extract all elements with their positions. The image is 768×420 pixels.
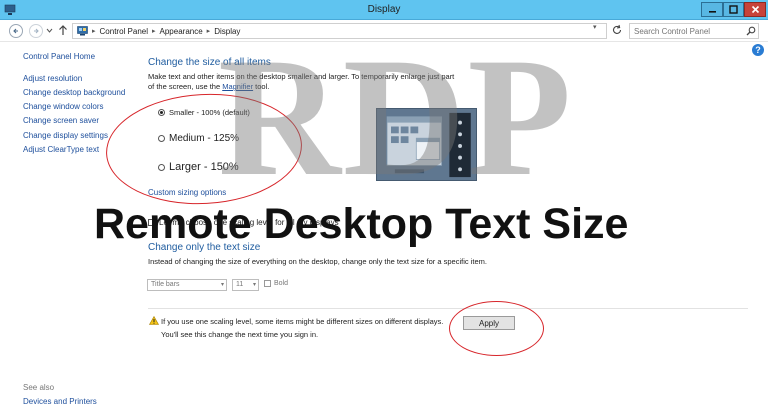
window-title: Display (367, 4, 401, 15)
sidebar-item-display-settings[interactable]: Change display settings (23, 131, 108, 140)
radio-label: Medium - 125% (169, 133, 240, 144)
forward-button[interactable] (29, 24, 43, 38)
sidebar-item-control-panel-home[interactable]: Control Panel Home (23, 52, 95, 61)
help-icon[interactable]: ? (752, 44, 764, 56)
apply-button[interactable]: Apply (463, 316, 515, 330)
sidebar-item-window-colors[interactable]: Change window colors (23, 102, 104, 111)
checkbox-icon (264, 280, 271, 287)
maximize-button[interactable] (723, 2, 744, 17)
checkbox-icon (148, 219, 155, 226)
maximize-icon (729, 5, 738, 14)
text-size-description: Instead of changing the size of everythi… (148, 257, 487, 266)
section-divider (148, 308, 748, 309)
refresh-icon[interactable] (611, 24, 623, 36)
breadcrumb-control-panel[interactable]: Control Panel (100, 27, 148, 36)
breadcrumb-display[interactable]: Display (214, 27, 240, 36)
breadcrumb-separator: ▸ (152, 28, 156, 35)
close-icon (751, 5, 759, 14)
navigation-bar: ▸ Control Panel ▸ Appearance ▸ Display ▾ (0, 20, 768, 42)
minimize-icon (708, 11, 716, 13)
sign-in-note: You'll see this change the next time you… (161, 330, 319, 339)
warning-text: If you use one scaling level, some items… (161, 317, 444, 326)
size-all-items-heading: Change the size of all items (148, 57, 271, 68)
size-all-items-description: Make text and other items on the desktop… (148, 72, 458, 92)
item-select-value: Title bars (151, 281, 180, 288)
minimize-button[interactable] (701, 2, 723, 17)
arrow-left-icon (13, 28, 18, 34)
radio-smaller[interactable]: Smaller - 100% (default) (158, 108, 250, 117)
bold-checkbox[interactable]: Bold (264, 280, 288, 287)
radio-larger[interactable]: Larger - 150% (158, 161, 239, 173)
custom-sizing-link[interactable]: Custom sizing options (148, 188, 226, 197)
text-size-heading: Change only the text size (148, 242, 261, 253)
display-preview-image (376, 108, 477, 181)
magnifier-link[interactable]: Magnifier (222, 82, 253, 91)
one-scaling-level-checkbox[interactable]: Let me choose one scaling level for all … (148, 218, 339, 227)
radio-label: Smaller - 100% (default) (169, 108, 250, 117)
title-bar: Display (0, 0, 768, 20)
devices-and-printers-link[interactable]: Devices and Printers (23, 397, 97, 406)
breadcrumb-separator: ▸ (206, 28, 211, 35)
description-text: tool. (253, 82, 270, 91)
see-also-label: See also (23, 383, 55, 392)
description-text: Make text and other items on the desktop… (148, 72, 455, 91)
font-size-value: 11 (236, 281, 244, 288)
sidebar-item-screen-saver[interactable]: Change screen saver (23, 116, 99, 125)
bold-label: Bold (274, 280, 289, 287)
arrow-right-icon (34, 28, 39, 34)
sidebar-item-desktop-background[interactable]: Change desktop background (23, 88, 125, 97)
radio-medium[interactable]: Medium - 125% (158, 133, 239, 144)
radio-selected-icon (158, 109, 165, 116)
chevron-down-icon: ▾ (252, 282, 256, 288)
up-arrow-icon[interactable] (58, 24, 68, 36)
breadcrumb-appearance[interactable]: Appearance (160, 27, 203, 36)
font-size-select[interactable]: 11 ▾ (232, 279, 259, 291)
control-panel-icon (77, 26, 88, 36)
radio-label: Larger - 150% (169, 161, 239, 173)
checkbox-label: Let me choose one scaling level for all … (159, 218, 339, 227)
search-input[interactable] (629, 23, 759, 39)
close-button[interactable] (744, 2, 766, 17)
radio-empty-icon (158, 163, 165, 171)
radio-empty-icon (158, 135, 165, 142)
address-dropdown-icon[interactable]: ▾ (593, 23, 597, 31)
search-icon[interactable] (746, 26, 756, 36)
breadcrumb-separator: ▸ (92, 28, 96, 35)
chevron-down-icon: ▾ (220, 282, 224, 288)
sidebar-item-cleartype[interactable]: Adjust ClearType text (23, 145, 99, 154)
address-bar[interactable]: ▸ Control Panel ▸ Appearance ▸ Display (72, 23, 607, 39)
item-select[interactable]: Title bars ▾ (147, 279, 227, 291)
recent-pages-chevron-icon[interactable] (46, 28, 53, 33)
back-button[interactable] (9, 24, 23, 38)
sidebar-item-adjust-resolution[interactable]: Adjust resolution (23, 74, 82, 83)
warning-icon (149, 316, 159, 325)
